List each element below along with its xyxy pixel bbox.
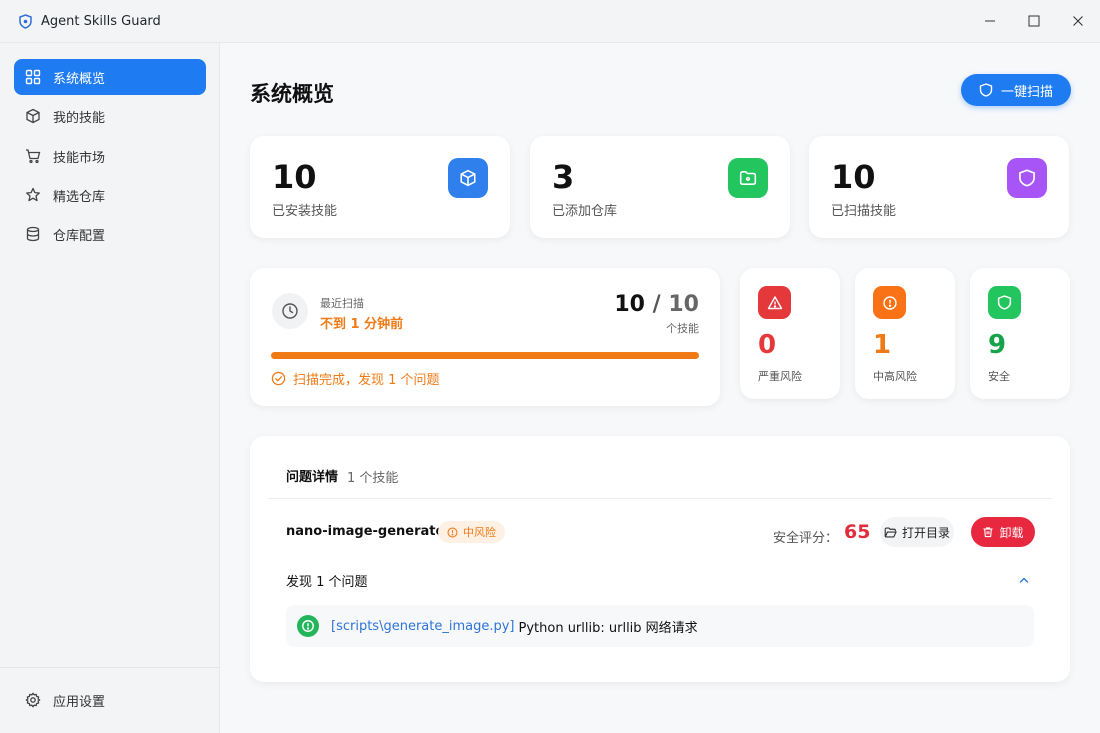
database-icon: [25, 226, 41, 242]
maximize-icon: [1028, 12, 1040, 31]
risk-card-medium-high: 1 中高风险: [855, 268, 955, 399]
stat-value: 3: [552, 158, 575, 196]
count-separator: /: [652, 292, 661, 317]
uninstall-button[interactable]: 卸载: [971, 517, 1035, 547]
stat-card-installed: 10 已安装技能: [250, 136, 510, 238]
stat-label: 已扫描技能: [831, 204, 897, 219]
sidebar: 系统概览 我的技能 技能市场 精选仓库 仓库配置 应用设置: [0, 43, 220, 733]
risk-card-critical: 0 严重风险: [740, 268, 840, 399]
issue-item: [scripts\generate_image.py] Python urlli…: [286, 605, 1034, 647]
sidebar-item-label: 系统概览: [53, 71, 106, 87]
risk-label: 中高风险: [873, 370, 917, 383]
risk-value: 9: [988, 330, 1007, 360]
scan-status: 扫描完成，发现 1 个问题: [271, 369, 440, 388]
close-icon: [1072, 12, 1084, 31]
check-circle-icon: [271, 371, 286, 386]
stat-label: 已添加仓库: [552, 204, 618, 219]
cart-icon: [25, 148, 41, 164]
total-count: 10: [668, 292, 699, 317]
star-icon: [25, 187, 41, 203]
scan-progress-bar: [271, 352, 699, 359]
sidebar-item-label: 应用设置: [53, 694, 106, 710]
clock-icon: [272, 293, 308, 329]
sidebar-divider: [0, 667, 220, 668]
close-button[interactable]: [1056, 0, 1100, 43]
sidebar-item-label: 仓库配置: [53, 228, 106, 244]
security-score-label: 安全评分：: [773, 531, 839, 546]
maximize-button[interactable]: [1012, 0, 1056, 43]
sidebar-item-label: 技能市场: [53, 150, 106, 166]
main-content: 系统概览 一键扫描 10 已安装技能 3 已添加仓库 10 已扫描技能 最近扫描…: [221, 44, 1100, 733]
scan-status-text: 扫描完成，发现 1 个问题: [293, 373, 440, 388]
trash-icon: [982, 526, 994, 538]
folder-icon: [728, 158, 768, 198]
stat-card-repos: 3 已添加仓库: [530, 136, 790, 238]
info-circle-icon: [297, 615, 319, 637]
scan-progress-unit: 个技能: [666, 322, 699, 335]
issues-found-label: 发现 1 个问题: [286, 575, 368, 590]
collapse-button[interactable]: [1016, 572, 1032, 588]
scanned-count: 10: [614, 292, 645, 317]
chevron-up-icon: [1018, 571, 1030, 590]
gear-icon: [25, 692, 41, 708]
stat-label: 已安装技能: [272, 204, 338, 219]
minimize-icon: [984, 12, 996, 31]
shield-icon: [988, 286, 1021, 319]
minimize-button[interactable]: [968, 0, 1012, 43]
issues-card: 问题详情 1 个技能 nano-image-generator 中风险 安全评分…: [250, 436, 1070, 682]
sidebar-item-label: 我的技能: [53, 110, 106, 126]
shield-icon: [1007, 158, 1047, 198]
scan-button-label: 一键扫描: [1000, 84, 1053, 100]
issue-file-path[interactable]: [scripts\generate_image.py]: [331, 619, 515, 634]
stat-value: 10: [831, 158, 876, 196]
recent-scan-time: 不到 1 分钟前: [320, 317, 404, 332]
sidebar-item-overview[interactable]: 系统概览: [14, 59, 206, 95]
scan-progress-count: 10 / 10: [614, 292, 699, 317]
sidebar-item-repo-config[interactable]: 仓库配置: [14, 216, 206, 252]
recent-scan-card: 最近扫描 不到 1 分钟前 10 / 10 个技能 扫描完成，发现 1 个问题: [250, 268, 720, 406]
sidebar-item-skill-market[interactable]: 技能市场: [14, 138, 206, 174]
package-icon: [448, 158, 488, 198]
risk-badge-label: 中风险: [463, 526, 496, 539]
sidebar-item-label: 精选仓库: [53, 189, 106, 205]
issue-description: Python urllib: urllib 网络请求: [518, 620, 698, 636]
dashboard-icon: [25, 69, 41, 85]
warning-triangle-icon: [758, 286, 791, 319]
risk-card-safe: 9 安全: [970, 268, 1070, 399]
shield-icon: [979, 83, 993, 97]
folder-open-icon: [884, 526, 897, 539]
alert-circle-icon: [447, 526, 458, 538]
shield-logo-icon: [18, 13, 32, 29]
sidebar-item-my-skills[interactable]: 我的技能: [14, 98, 206, 134]
title-bar: Agent Skills Guard: [0, 0, 1100, 43]
window-controls: [968, 0, 1100, 43]
issues-count: 1 个技能: [347, 471, 399, 486]
scan-progress-fill: [271, 352, 699, 359]
app-title: Agent Skills Guard: [41, 13, 161, 29]
page-title: 系统概览: [250, 82, 334, 106]
sidebar-item-featured-repos[interactable]: 精选仓库: [14, 177, 206, 213]
issues-divider: [268, 498, 1052, 499]
risk-label: 安全: [988, 370, 1010, 383]
risk-value: 0: [758, 330, 777, 360]
risk-level-badge: 中风险: [438, 521, 505, 543]
uninstall-label: 卸载: [999, 525, 1024, 540]
stat-card-scanned: 10 已扫描技能: [809, 136, 1069, 238]
risk-label: 严重风险: [758, 370, 802, 383]
skill-name: nano-image-generator: [286, 524, 451, 539]
risk-value: 1: [873, 330, 892, 360]
alert-circle-icon: [873, 286, 906, 319]
sidebar-item-settings[interactable]: 应用设置: [14, 682, 206, 718]
security-score-value: 65: [844, 521, 871, 543]
open-directory-label: 打开目录: [901, 525, 950, 540]
issues-title: 问题详情: [286, 470, 339, 485]
one-click-scan-button[interactable]: 一键扫描: [961, 74, 1071, 106]
stat-value: 10: [272, 158, 317, 196]
recent-scan-label: 最近扫描: [320, 297, 364, 310]
package-icon: [25, 108, 41, 124]
open-directory-button[interactable]: 打开目录: [880, 517, 954, 547]
